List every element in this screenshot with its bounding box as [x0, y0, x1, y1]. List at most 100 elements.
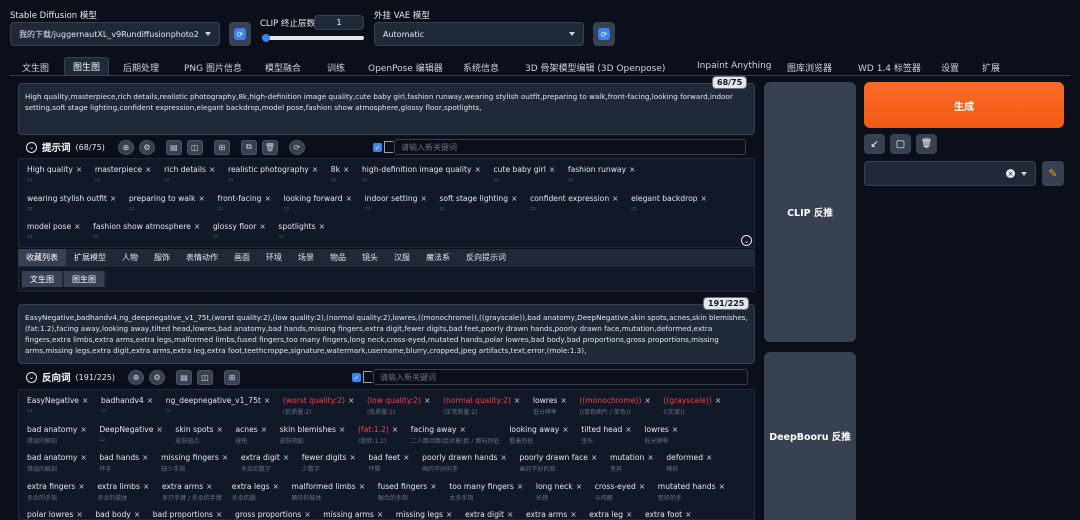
close-icon[interactable]: × — [647, 453, 653, 462]
save-icon[interactable]: ◫ — [186, 139, 203, 155]
tab-merge[interactable]: 模型融合 — [265, 61, 301, 74]
negative-tag[interactable]: bad feet × 坏脚 — [368, 453, 409, 473]
close-icon[interactable]: × — [562, 425, 568, 434]
square-icon[interactable]: ▢ — [890, 134, 911, 154]
prompt-tag[interactable]: realistic photography × ▭ — [228, 165, 318, 183]
negative-tag[interactable]: DeepNegative × ▭ — [99, 425, 162, 443]
vae-select[interactable]: Automatic — [374, 22, 584, 46]
collapse-icon[interactable]: ⌄ — [26, 141, 37, 153]
negative-tag[interactable]: extra leg×▭ — [589, 510, 632, 519]
clip-interrogate-button[interactable]: CLIP 反推 — [764, 82, 856, 342]
negative-tag[interactable]: fewer digits × 少数字 — [302, 453, 356, 473]
category-tab[interactable]: 人物 — [114, 249, 146, 266]
prompt-tag[interactable]: high-definition image quality × ▭ — [362, 165, 481, 183]
close-icon[interactable]: × — [194, 222, 200, 231]
negative-tag[interactable]: extra arms×▭ — [526, 510, 577, 519]
prompt-tag[interactable]: elegant backdrop × ▭ — [631, 194, 707, 212]
negative-tag[interactable]: too many fingers × 太多手指 — [449, 482, 523, 502]
negative-tag[interactable]: cross-eyed × 斗鸡眼 — [595, 482, 645, 502]
prompt-tag[interactable]: looking forward × ▭ — [283, 194, 352, 212]
negative-tag[interactable]: extra digit × 多余的数字 — [241, 453, 289, 473]
close-icon[interactable]: × — [701, 194, 707, 203]
clip-slider-thumb[interactable] — [262, 34, 270, 42]
tab-train[interactable]: 训练 — [327, 61, 345, 74]
negative-tag[interactable]: (fat:1.2) × (肥胖:1.2) — [358, 425, 398, 445]
collapse-icon[interactable]: ⌄ — [26, 371, 37, 383]
prompt-tag[interactable]: High quality × ▭ — [27, 165, 82, 183]
tab-3d-openpose[interactable]: 3D 骨架模型编辑 (3D Openpose) — [525, 61, 665, 74]
prompt-tag[interactable]: spotlights × ▭ — [278, 222, 325, 240]
category-tab[interactable]: 镜头 — [354, 249, 386, 266]
prompt-tag[interactable]: confident expression × ▭ — [530, 194, 618, 212]
tab-txt2img[interactable]: 文生图 — [22, 61, 49, 74]
close-icon[interactable]: × — [625, 425, 631, 434]
close-icon[interactable]: × — [264, 396, 270, 405]
reload-icon[interactable]: ⟳ — [288, 139, 305, 155]
negative-tag[interactable]: missing arms×▭ — [323, 510, 383, 519]
prompt-tag[interactable]: masterpiece × ▭ — [95, 165, 152, 183]
globe-icon[interactable]: ⊕ — [117, 139, 134, 155]
arrow-icon[interactable]: ↙ — [864, 134, 885, 154]
negative-tag[interactable]: EasyNegative × ▭ — [27, 396, 88, 414]
tag-menu-icon[interactable]: ▭ — [530, 205, 536, 212]
tag-menu-icon[interactable]: ▭ — [228, 176, 234, 183]
tag-menu-icon[interactable]: ▭ — [331, 176, 337, 183]
close-icon[interactable]: × — [474, 165, 480, 174]
category-tab[interactable]: 物品 — [322, 249, 354, 266]
close-icon[interactable]: × — [273, 482, 279, 491]
negative-tag[interactable]: extra arms × 多只手臂 / 多余的手臂 — [162, 482, 222, 502]
negative-tag[interactable]: tilted head × 歪头 — [581, 425, 631, 445]
prompt-keyword-input[interactable]: 请输入新关键词 — [394, 139, 746, 155]
save-icon[interactable]: ◫ — [197, 369, 213, 385]
generate-button[interactable]: 生成 — [864, 82, 1064, 128]
negative-tag[interactable]: ((monochrome)) × ((单色图片 / 单色)) — [579, 396, 650, 416]
prompt-tag[interactable]: fashion show atmosphere × ▭ — [93, 222, 200, 240]
tab-extras[interactable]: 后期处理 — [123, 61, 159, 74]
close-icon[interactable]: × — [261, 425, 267, 434]
close-icon[interactable]: × — [424, 396, 430, 405]
negative-tag[interactable]: extra legs × 多余的腿 — [232, 482, 279, 502]
clip-number-input[interactable]: 1 — [314, 15, 364, 30]
close-icon[interactable]: × — [216, 510, 222, 519]
copy-icon[interactable]: ⧉ — [240, 139, 257, 155]
category-tab[interactable]: 场景 — [290, 249, 322, 266]
category-tab[interactable]: 反向提示词 — [458, 249, 514, 266]
close-icon[interactable]: × — [216, 425, 222, 434]
category-tab[interactable]: 环境 — [258, 249, 290, 266]
close-icon[interactable]: × — [549, 165, 555, 174]
close-icon[interactable]: × — [685, 510, 691, 519]
history-icon[interactable]: ⊞ — [224, 369, 240, 385]
close-icon[interactable]: × — [198, 194, 204, 203]
model-select[interactable]: 我的下载/juggernautXL_v9Rundiffusionphoto2 — [10, 22, 220, 46]
tag-menu-icon[interactable]: ▭ — [283, 205, 289, 212]
prompt-tag[interactable]: model pose × ▭ — [27, 222, 81, 240]
prompt-tag[interactable]: glossy floor × ▭ — [213, 222, 266, 240]
close-icon[interactable]: × — [514, 396, 520, 405]
negative-tag[interactable]: (normal quality:2) × (正常质量:2) — [443, 396, 520, 416]
close-icon[interactable]: × — [346, 194, 352, 203]
category-tab[interactable]: 魔法系 — [418, 249, 458, 266]
close-icon[interactable]: × — [626, 510, 632, 519]
tag-menu-icon[interactable]: ▭ — [95, 176, 101, 183]
trash-icon[interactable]: 🗑 — [261, 139, 278, 155]
negative-tag[interactable]: lowres × 低分辨率 — [533, 396, 567, 416]
tag-menu-icon[interactable]: ▭ — [164, 176, 170, 183]
close-icon[interactable]: × — [644, 396, 650, 405]
close-icon[interactable]: × — [359, 482, 365, 491]
negative-tag[interactable]: extra fingers × 多余的手指 — [27, 482, 85, 502]
close-icon[interactable]: × — [349, 453, 355, 462]
close-icon[interactable]: × — [430, 482, 436, 491]
negative-tag[interactable]: facing away × 二人面对面(脸对着)脸 / 面向别处 — [411, 425, 500, 445]
close-icon[interactable]: × — [134, 510, 140, 519]
prompt-tag[interactable]: rich details × ▭ — [164, 165, 215, 183]
negative-tag[interactable]: lowres × 低分辨率 — [644, 425, 678, 445]
negative-tag[interactable]: bad hands × 坏手 — [99, 453, 148, 473]
close-icon[interactable]: × — [142, 453, 148, 462]
tag-menu-icon[interactable]: ▭ — [93, 233, 99, 240]
gear-icon[interactable]: ⚙ — [138, 139, 155, 155]
category-tab[interactable]: 汉服 — [386, 249, 418, 266]
paste-icon[interactable]: ▤ — [176, 369, 192, 385]
tag-menu-icon[interactable]: ▭ — [568, 176, 574, 183]
negative-tag[interactable]: extra digit×▭ — [465, 510, 513, 519]
tag-menu-icon[interactable]: ▭ — [365, 205, 371, 212]
